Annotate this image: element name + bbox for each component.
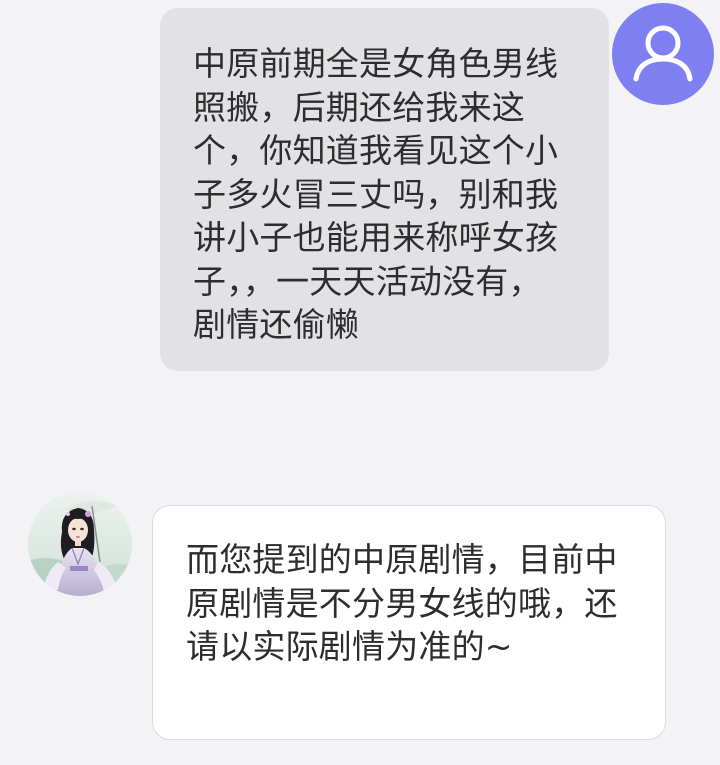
- user-avatar[interactable]: [612, 3, 714, 105]
- chat-thread: 中原前期全是女角色男线照搬，后期还给我来这个，你知道我看见这个小子多火冒三丈吗，…: [0, 0, 720, 765]
- user-silhouette-icon: [633, 25, 693, 82]
- agent-message-bubble[interactable]: 而您提到的中原剧情，目前中原剧情是不分男女线的哦，还请以实际剧情为准的~: [152, 505, 666, 740]
- character-portrait-icon: [28, 492, 132, 596]
- agent-message-text: 而您提到的中原剧情，目前中原剧情是不分男女线的哦，还请以实际剧情为准的~: [186, 540, 618, 666]
- user-message-text: 中原前期全是女角色男线照搬，后期还给我来这个，你知道我看见这个小子多火冒三丈吗，…: [193, 44, 559, 344]
- user-message-bubble[interactable]: 中原前期全是女角色男线照搬，后期还给我来这个，你知道我看见这个小子多火冒三丈吗，…: [160, 8, 609, 371]
- agent-avatar[interactable]: [28, 492, 132, 596]
